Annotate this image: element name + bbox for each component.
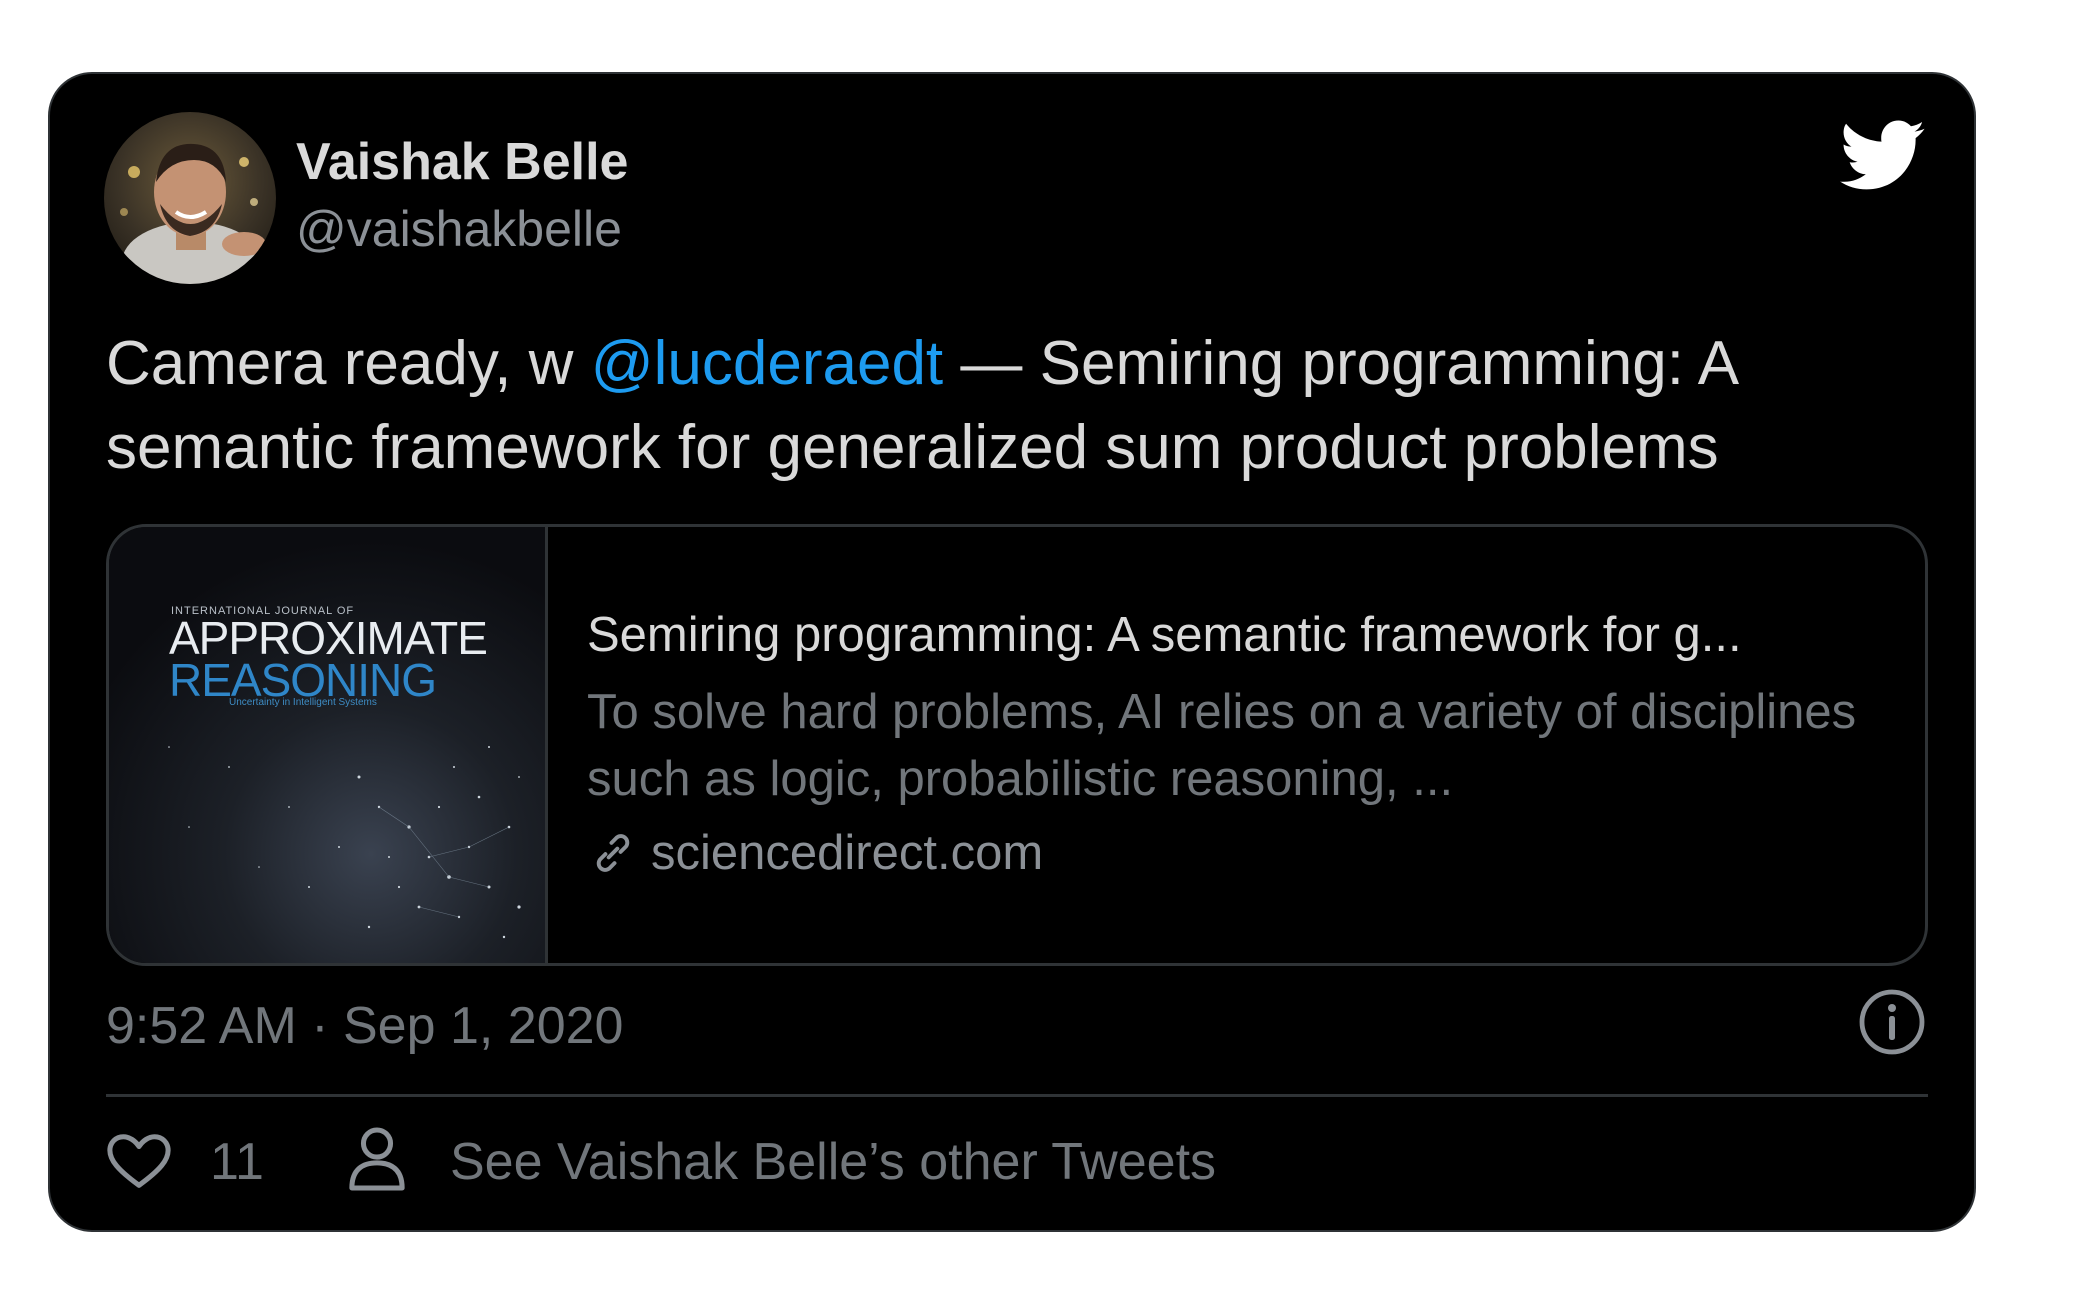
twitter-bird-icon[interactable] xyxy=(1840,120,1926,192)
avatar[interactable] xyxy=(104,112,276,284)
handle[interactable]: @vaishakbelle xyxy=(296,200,622,258)
see-other-tweets-link[interactable]: See Vaishak Belle’s other Tweets xyxy=(450,1132,1216,1192)
info-icon[interactable] xyxy=(1858,988,1926,1056)
link-thumbnail: INTERNATIONAL JOURNAL OF APPROXIMATE REA… xyxy=(109,527,548,963)
timestamp[interactable]: 9:52 AM · Sep 1, 2020 xyxy=(106,996,623,1056)
link-domain: sciencedirect.com xyxy=(651,826,1044,880)
tweet-card[interactable]: Vaishak Belle @vaishakbelle Camera ready… xyxy=(48,72,1976,1232)
divider xyxy=(106,1094,1928,1097)
person-icon[interactable] xyxy=(348,1126,406,1192)
thumbnail-subtitle: Uncertainty in Intelligent Systems xyxy=(229,697,377,708)
heart-icon[interactable] xyxy=(106,1132,172,1192)
link-preview-card[interactable]: INTERNATIONAL JOURNAL OF APPROXIMATE REA… xyxy=(106,524,1928,966)
like-count[interactable]: 11 xyxy=(210,1132,264,1192)
mention-link[interactable]: @lucderaedt xyxy=(591,329,943,398)
display-name[interactable]: Vaishak Belle xyxy=(296,132,628,192)
tweet-text: Camera ready, w @lucderaedt — Semiring p… xyxy=(106,322,1936,490)
link-domain-row[interactable]: sciencedirect.com xyxy=(587,825,1043,881)
thumbnail-starfield xyxy=(168,746,521,939)
link-title[interactable]: Semiring programming: A semantic framewo… xyxy=(587,607,1907,663)
link-description: To solve hard problems, AI relies on a v… xyxy=(587,685,1857,806)
link-icon xyxy=(596,834,630,872)
tweet-text-prefix: Camera ready, w xyxy=(106,329,591,398)
